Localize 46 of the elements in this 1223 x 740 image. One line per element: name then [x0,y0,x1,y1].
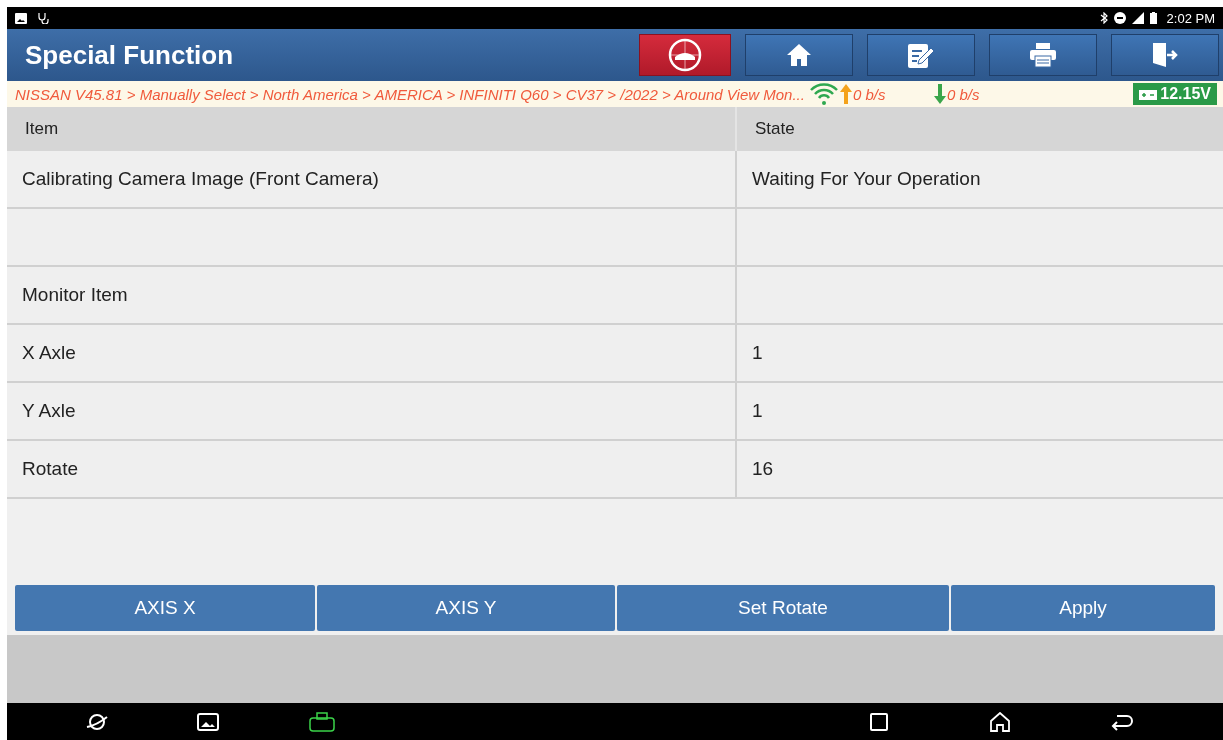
status-time: 2:02 PM [1166,10,1215,26]
table-cell-text: Waiting For Your Operation [751,167,982,191]
table-cell: X Axle [7,325,737,381]
exit-button[interactable] [1111,34,1219,76]
table-cell: Monitor Item [7,267,737,323]
action-button[interactable]: Set Rotate [617,585,949,631]
action-button[interactable]: AXIS X [15,585,315,631]
home-icon [786,43,812,67]
download-arrow-icon [932,83,947,105]
stethoscope-icon [37,12,49,24]
battery-icon [1149,12,1157,24]
wifi-icon [808,82,839,106]
vehicle-globe-button[interactable] [639,34,731,76]
action-button[interactable]: Apply [951,585,1215,631]
upload-rate: 0 b/s [852,85,887,103]
edit-icon [907,41,935,69]
home-button[interactable] [745,34,853,76]
recent-apps-icon[interactable] [869,711,889,732]
vci-connector-icon[interactable] [307,711,337,732]
planet-icon[interactable] [85,711,109,732]
print-button[interactable] [989,34,1097,76]
car-battery-icon [1139,88,1158,100]
car-globe-icon [667,37,703,73]
breadcrumb-path: NISSAN V45.81 > Manually Select > North America > AMERICA > INFINITI Q60 > CV37 > /2022 > Around View Mon... [15,85,805,103]
table-cell-text: 16 [751,457,775,481]
image-icon [15,12,27,24]
table-cell: Rotate [7,441,737,497]
printer-icon [1029,42,1057,68]
table-cell-text: 1 [751,399,764,423]
bluetooth-icon [1099,12,1108,24]
edit-button[interactable] [867,34,975,76]
do-not-disturb-icon [1113,12,1126,24]
table-cell: Calibrating Camera Image (Front Camera) [7,151,737,207]
exit-door-icon [1152,41,1178,69]
signal-icon [1131,12,1144,24]
home-icon[interactable] [989,711,1011,732]
column-header: State [754,118,796,140]
page-title: Special Function [25,39,234,71]
battery-voltage: 12.15V [1160,85,1211,103]
back-icon[interactable] [1111,712,1133,731]
download-rate: 0 b/s [946,85,981,103]
gallery-icon[interactable] [197,712,219,731]
action-button[interactable]: AXIS Y [317,585,615,631]
table-cell-text: 1 [751,341,764,365]
upload-arrow-icon [838,83,853,105]
table-cell: Y Axle [7,383,737,439]
